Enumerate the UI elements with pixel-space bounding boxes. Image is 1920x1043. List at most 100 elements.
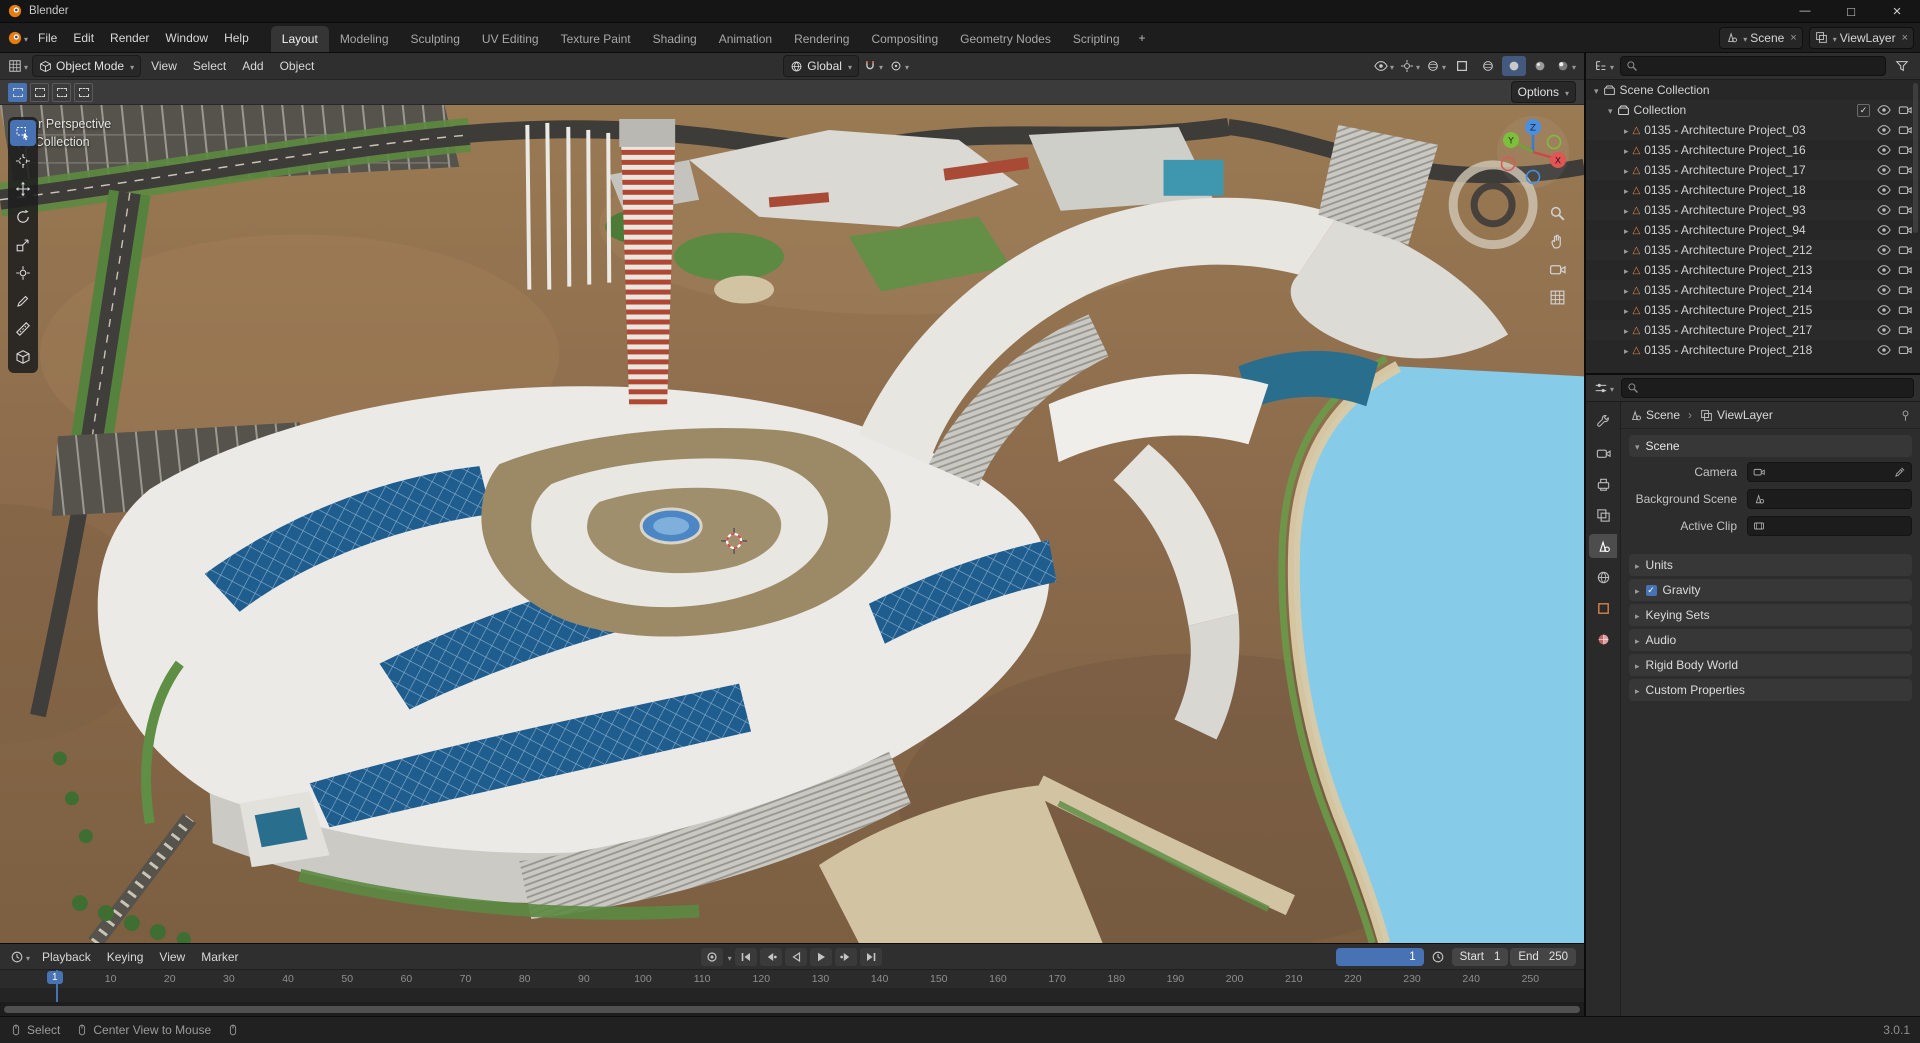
remove-viewlayer-icon[interactable] — [1899, 32, 1908, 44]
next-keyframe-button[interactable] — [834, 947, 857, 966]
active-clip-field[interactable] — [1747, 516, 1912, 536]
toggle-perspective-button[interactable] — [1549, 289, 1566, 306]
camera-field[interactable] — [1747, 462, 1912, 482]
tab-output-properties[interactable] — [1589, 472, 1617, 496]
hide-eye-icon[interactable] — [1877, 103, 1891, 117]
rotate-tool[interactable] — [10, 204, 36, 230]
viewport-menu-item[interactable]: Add — [234, 56, 271, 76]
unlink-scene-icon[interactable] — [1787, 32, 1796, 44]
pan-view-button[interactable] — [1549, 233, 1566, 250]
scene-panel-header[interactable]: Scene — [1629, 435, 1912, 457]
hide-eye-icon[interactable] — [1877, 183, 1891, 197]
use-preview-range-button[interactable] — [1426, 947, 1450, 967]
show-object-types-dropdown[interactable] — [1372, 56, 1396, 76]
render-camera-icon[interactable] — [1898, 323, 1912, 337]
hide-eye-icon[interactable] — [1877, 123, 1891, 137]
render-camera-icon[interactable] — [1898, 263, 1912, 277]
viewport-canvas[interactable]: User Perspective (1) Collection Z Y X — [0, 105, 1584, 943]
outliner-object-row[interactable]: △ 0135 - Architecture Project_03 — [1586, 120, 1920, 140]
menu-item[interactable]: Window — [157, 28, 216, 48]
hide-eye-icon[interactable] — [1877, 303, 1891, 317]
expand-icon[interactable] — [1624, 263, 1629, 277]
transform-orientation-dropdown[interactable]: Global — [783, 55, 859, 77]
expand-icon[interactable] — [1608, 103, 1613, 117]
xray-toggle[interactable] — [1450, 56, 1474, 76]
expand-icon[interactable] — [1624, 283, 1629, 297]
workspace-tab[interactable]: Rendering — [783, 26, 860, 52]
timeline-menu-item[interactable]: Keying — [99, 947, 152, 967]
viewport-menu-item[interactable]: Object — [272, 56, 323, 76]
expand-icon[interactable] — [1624, 143, 1629, 157]
add-workspace-button[interactable]: + — [1131, 25, 1154, 51]
outliner-editor-type-button[interactable] — [1592, 56, 1616, 76]
outliner-object-row[interactable]: △ 0135 - Architecture Project_218 — [1586, 340, 1920, 360]
select-mode-subtract-button[interactable] — [52, 82, 71, 102]
workspace-tab[interactable]: UV Editing — [471, 26, 550, 52]
tab-world-properties[interactable] — [1589, 565, 1617, 589]
expand-icon[interactable] — [1624, 223, 1629, 237]
overlays-dropdown[interactable] — [1424, 56, 1448, 76]
select-mode-new-button[interactable] — [8, 82, 27, 102]
tab-scene-properties[interactable] — [1589, 534, 1617, 558]
tab-viewlayer-properties[interactable] — [1589, 503, 1617, 527]
workspace-tab[interactable]: Geometry Nodes — [949, 26, 1062, 52]
timeline-editor-type-button[interactable] — [8, 947, 32, 967]
workspace-tab[interactable]: Layout — [270, 26, 329, 52]
hide-eye-icon[interactable] — [1877, 263, 1891, 277]
viewport-menu-item[interactable]: Select — [185, 56, 234, 76]
close-button[interactable] — [1874, 0, 1920, 22]
timeline-ruler[interactable]: 1 10 20 30 40 50 60 70 80 90 100 110 120 130 140 150 16… — [0, 969, 1584, 1002]
pin-icon[interactable] — [1899, 409, 1912, 422]
scene-selector[interactable]: Scene — [1719, 26, 1803, 49]
render-camera-icon[interactable] — [1898, 283, 1912, 297]
properties-section-header[interactable]: Rigid Body World — [1629, 654, 1912, 676]
workspace-tab[interactable]: Shading — [642, 26, 708, 52]
expand-icon[interactable] — [1624, 343, 1629, 357]
scrollbar-thumb[interactable] — [4, 1005, 1580, 1013]
snap-toggle[interactable] — [861, 56, 885, 76]
outliner-object-row[interactable]: △ 0135 - Architecture Project_217 — [1586, 320, 1920, 340]
tab-object-properties[interactable] — [1589, 596, 1617, 620]
outliner-object-row[interactable]: △ 0135 - Architecture Project_94 — [1586, 220, 1920, 240]
render-camera-icon[interactable] — [1898, 143, 1912, 157]
camera-view-button[interactable] — [1549, 261, 1566, 278]
menu-item[interactable]: Render — [102, 28, 157, 48]
workspace-tab[interactable]: Scripting — [1062, 26, 1131, 52]
minimize-button[interactable] — [1782, 0, 1828, 22]
expand-icon[interactable] — [1624, 123, 1629, 137]
mode-dropdown[interactable]: Object Mode — [32, 55, 142, 77]
timeline-track-area[interactable] — [0, 988, 1584, 1002]
outliner-object-row[interactable]: △ 0135 - Architecture Project_16 — [1586, 140, 1920, 160]
shading-rendered-button[interactable] — [1554, 56, 1578, 76]
play-reverse-button[interactable] — [784, 947, 807, 966]
breadcrumb-viewlayer[interactable]: ViewLayer — [1717, 408, 1773, 422]
expand-icon[interactable] — [1594, 83, 1599, 97]
outliner-object-row[interactable]: △ 0135 - Architecture Project_215 — [1586, 300, 1920, 320]
previous-keyframe-button[interactable] — [759, 947, 782, 966]
expand-icon[interactable] — [1624, 323, 1629, 337]
render-camera-icon[interactable] — [1898, 183, 1912, 197]
blender-menu-button[interactable] — [6, 28, 30, 48]
properties-section-header[interactable]: Keying Sets — [1629, 604, 1912, 626]
cursor-tool[interactable] — [10, 148, 36, 174]
hide-eye-icon[interactable] — [1877, 203, 1891, 217]
menu-item[interactable]: Help — [216, 28, 257, 48]
outliner-object-row[interactable]: △ 0135 - Architecture Project_93 — [1586, 200, 1920, 220]
viewport-menu-item[interactable]: View — [143, 56, 185, 76]
properties-section-header[interactable]: Gravity — [1629, 579, 1912, 601]
navigation-gizmo[interactable]: Z Y X — [1496, 115, 1570, 192]
eyedropper-icon[interactable] — [1894, 466, 1906, 478]
options-dropdown[interactable]: Options — [1510, 81, 1576, 103]
viewlayer-selector[interactable]: ViewLayer — [1808, 26, 1914, 49]
timeline-menu-item[interactable]: Marker — [193, 947, 246, 967]
outliner-filter-button[interactable] — [1890, 56, 1914, 76]
auto-keying-button[interactable] — [700, 947, 723, 966]
expand-icon[interactable] — [1624, 203, 1629, 217]
select-mode-intersect-button[interactable] — [74, 82, 93, 102]
jump-to-start-button[interactable] — [734, 947, 757, 966]
hide-eye-icon[interactable] — [1877, 163, 1891, 177]
box-select-tool[interactable] — [10, 120, 36, 146]
expand-icon[interactable] — [1624, 303, 1629, 317]
gravity-checkbox[interactable] — [1645, 584, 1657, 596]
playhead-label[interactable]: 1 — [47, 971, 63, 984]
